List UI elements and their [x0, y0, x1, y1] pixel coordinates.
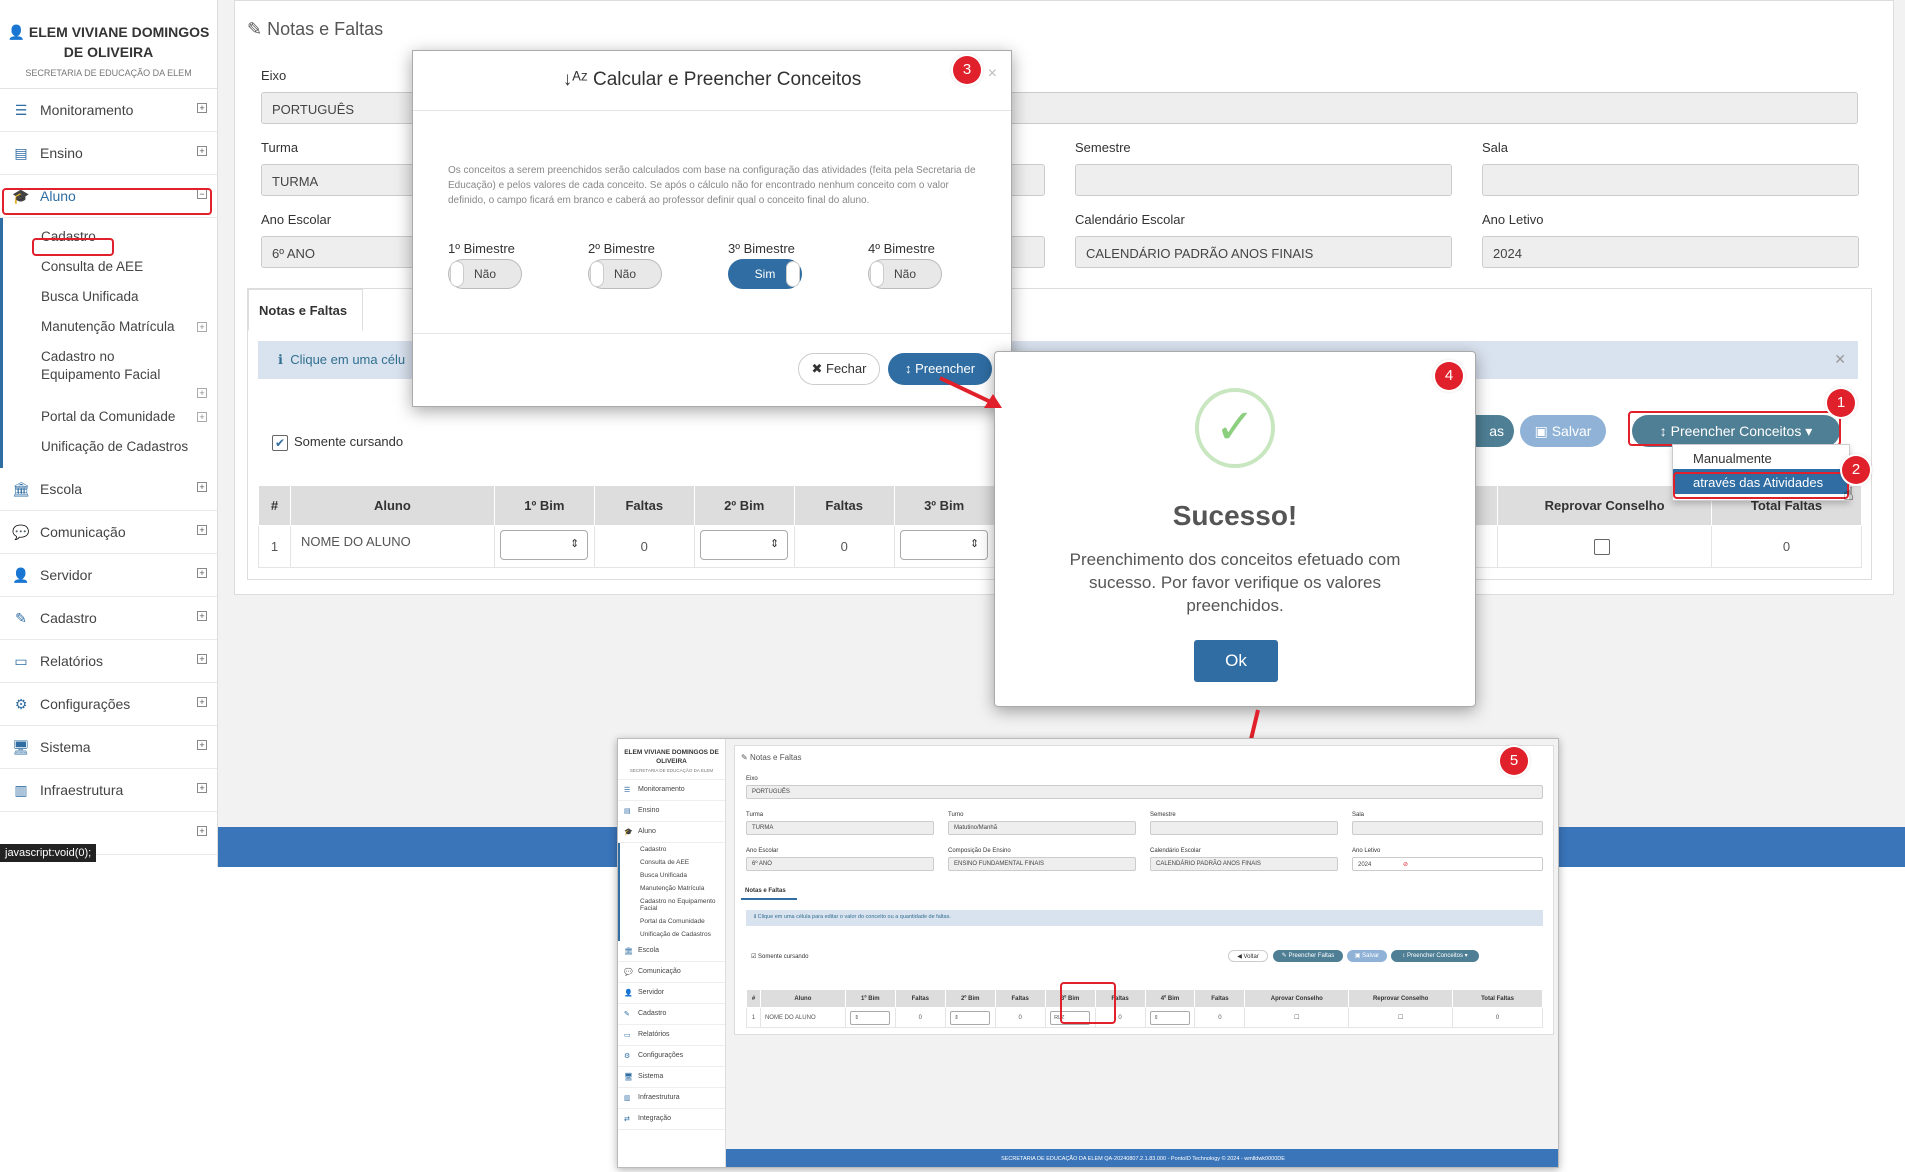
arrow-to-success [939, 376, 1002, 408]
book-icon: ▤ [624, 808, 631, 815]
monitor-icon: 🖥 [624, 1074, 633, 1081]
link-icon: ⇄ [624, 1116, 630, 1123]
edit-icon: ✎ [624, 1011, 630, 1018]
highlight-3bim [1060, 982, 1116, 1024]
thumb-sidebar: ELEM VIVIANE DOMINGOS DE OLIVEIRA SECRET… [618, 739, 726, 1167]
forbidden-cursor-icon: ⊘ [1403, 862, 1409, 868]
badge-4: 4 [1435, 362, 1463, 390]
result-thumbnail: ELEM VIVIANE DOMINGOS DE OLIVEIRA SECRET… [617, 738, 1559, 1168]
document-icon: ▭ [624, 1032, 631, 1039]
screenshot-canvas: 👤 ELEM VIVIANE DOMINGOS DE OLIVEIRA SECR… [0, 0, 1905, 1172]
badge-5: 5 [1500, 747, 1528, 775]
sliders-icon: ☰ [624, 787, 631, 794]
chat-icon: 💬 [624, 969, 633, 976]
graduation-cap-icon: 🎓 [624, 829, 633, 836]
arrow-line [939, 376, 996, 406]
thumb-grades-table: # Aluno 1º Bim Faltas 2º Bim Faltas 3º B… [746, 989, 1543, 1028]
gear-icon: ⚙ [624, 1053, 631, 1060]
thumb-main: ✎ Notas e Faltas Eixo PORTUGUÊS Turma TU… [734, 745, 1554, 1035]
bank-icon: 🏛 [624, 948, 633, 955]
badge-1: 1 [1827, 389, 1855, 417]
badge-2: 2 [1842, 456, 1870, 484]
building-icon: ▥ [624, 1095, 631, 1102]
user-icon: 👤 [624, 990, 633, 997]
badge-3: 3 [953, 56, 981, 84]
